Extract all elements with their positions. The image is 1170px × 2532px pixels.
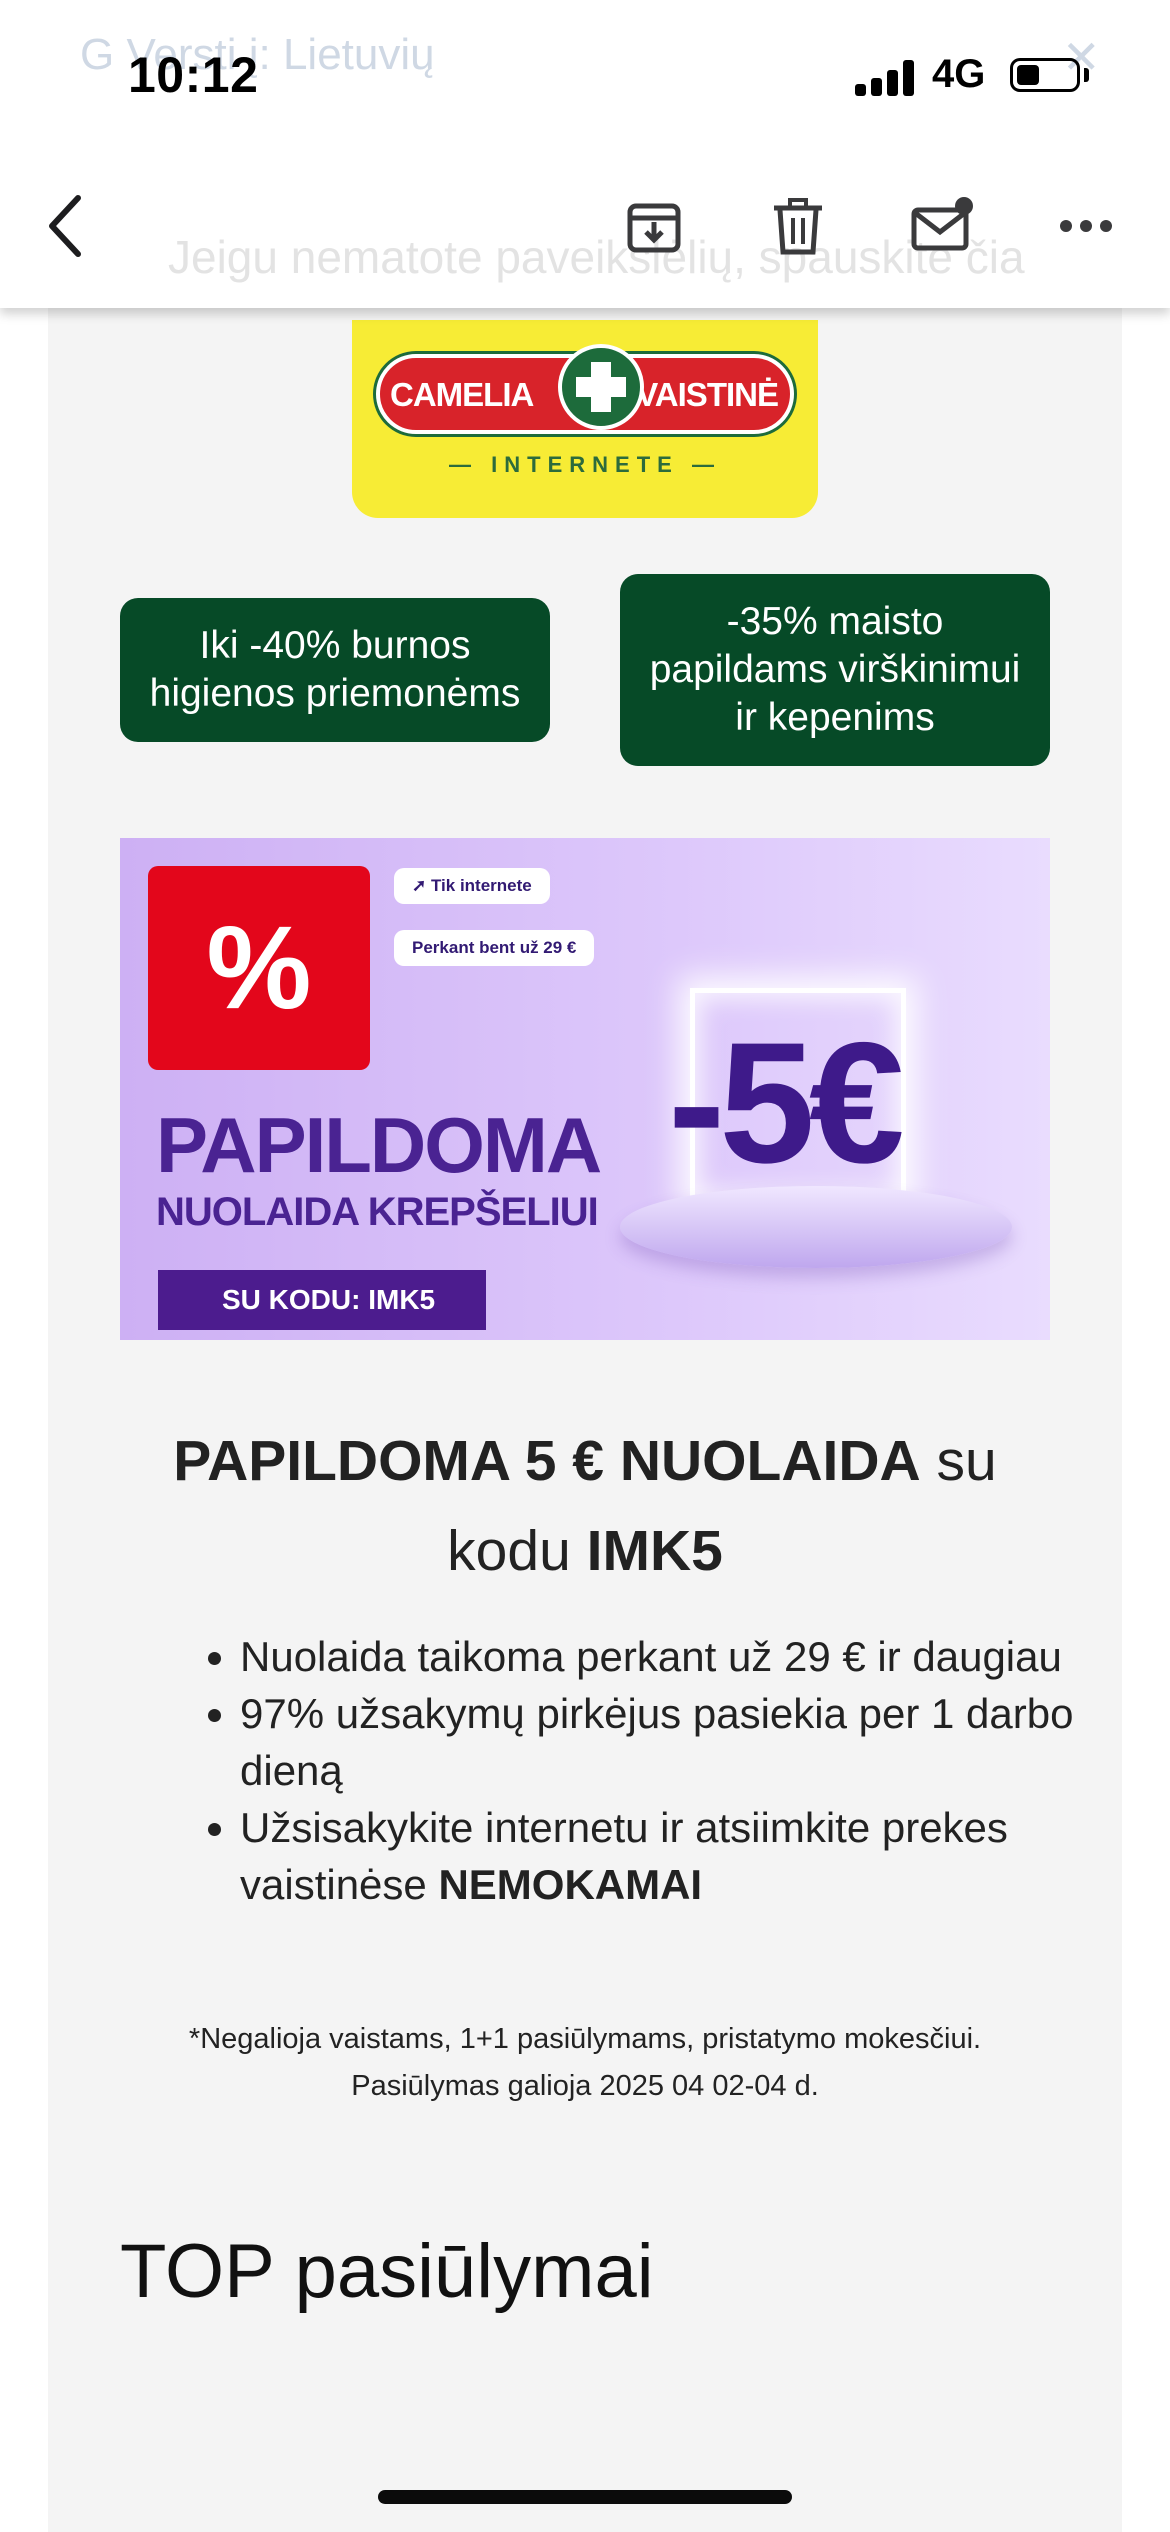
logo-pill: CAMELIA VAISTINĖ: [376, 344, 794, 434]
percent-icon: %: [148, 866, 370, 1070]
bullet-bold: NEMOKAMAI: [438, 1861, 703, 1908]
archive-icon[interactable]: [618, 190, 690, 262]
discount-banner[interactable]: % ➚ Tik internete Perkant bent už 29 € P…: [120, 838, 1050, 1340]
section-title: TOP pasiūlymai: [120, 2229, 654, 2314]
headline-bold: PAPILDOMA 5 € NUOLAIDA: [173, 1429, 921, 1493]
disclaimer-line: *Negalioja vaistams, 1+1 pasiūlymams, pr…: [188, 2023, 982, 2055]
battery-cap: [1084, 68, 1089, 82]
network-type: 4G: [932, 52, 986, 96]
banner-headline: PAPILDOMA: [156, 1101, 602, 1189]
home-indicator[interactable]: [378, 2490, 792, 2504]
offer-bullets: Nuolaida taikoma perkant už 29 € ir daug…: [180, 1628, 1120, 1913]
offer-disclaimer: *Negalioja vaistams, 1+1 pasiūlymams, pr…: [140, 2016, 1030, 2110]
promo-label-line: higienos priemonėms: [149, 672, 521, 715]
more-icon[interactable]: [1050, 190, 1122, 262]
camelia-logo[interactable]: CAMELIA VAISTINĖ — INTERNETE —: [352, 320, 818, 518]
battery-icon: [1010, 58, 1080, 92]
logo-text-left: CAMELIA: [390, 376, 534, 413]
list-item: 97% užsakymų pirkėjus pasiekia per 1 dar…: [240, 1685, 1120, 1799]
promo-label-line: papildams virškinimui: [649, 648, 1021, 691]
logo-text-right: VAISTINĖ: [636, 376, 779, 413]
promo-label-line: -35% maisto: [726, 600, 944, 643]
disclaimer-line: Pasiūlymas galioja 2025 04 02-04 d.: [351, 2070, 819, 2102]
offer-headline: PAPILDOMA 5 € NUOLAIDA su kodu IMK5: [140, 1416, 1030, 1596]
supplements-promo-button[interactable]: -35% maisto papildams virškinimui ir kep…: [620, 574, 1050, 766]
banner-price: -5€: [668, 1007, 905, 1199]
trash-icon[interactable]: [762, 190, 834, 262]
list-item: Nuolaida taikoma perkant už 29 € ir daug…: [240, 1628, 1120, 1685]
mark-unread-icon[interactable]: [906, 190, 978, 262]
banner-subheadline: NUOLAIDA KREPŠELIUI: [156, 1190, 599, 1234]
signal-icon: [855, 60, 915, 96]
pharmacy-cross-icon: [558, 344, 644, 430]
minimum-purchase-pill: Perkant bent už 29 €: [394, 930, 595, 966]
banner-code-label: SU KODU: IMK5: [158, 1270, 486, 1330]
images-hint-ghost: Jeigu nematote paveikslėlių, spauskite č…: [168, 231, 1025, 283]
status-bar: G Versti į: Lietuvių ✕ 10:12 4G: [0, 0, 1170, 150]
online-only-pill: ➚ Tik internete: [394, 868, 550, 904]
list-item: Užsisakykite internetu ir atsiimkite pre…: [240, 1799, 1120, 1913]
cursor-icon: ➚: [412, 876, 431, 895]
battery-level: [1017, 65, 1039, 85]
online-only-text: Tik internete: [430, 876, 532, 895]
promo-label-line: Iki -40% burnos: [199, 624, 471, 667]
status-time: 10:12: [128, 47, 259, 103]
logo-subtitle: — INTERNETE —: [449, 452, 721, 477]
headline-code: IMK5: [586, 1519, 723, 1583]
back-icon[interactable]: [30, 190, 102, 262]
promo-label-line: ir kepenims: [735, 696, 935, 739]
mail-toolbar: Jeigu nematote paveikslėlių, spauskite č…: [0, 150, 1170, 308]
oral-hygiene-promo-button[interactable]: Iki -40% burnos higienos priemonėms: [120, 598, 550, 742]
